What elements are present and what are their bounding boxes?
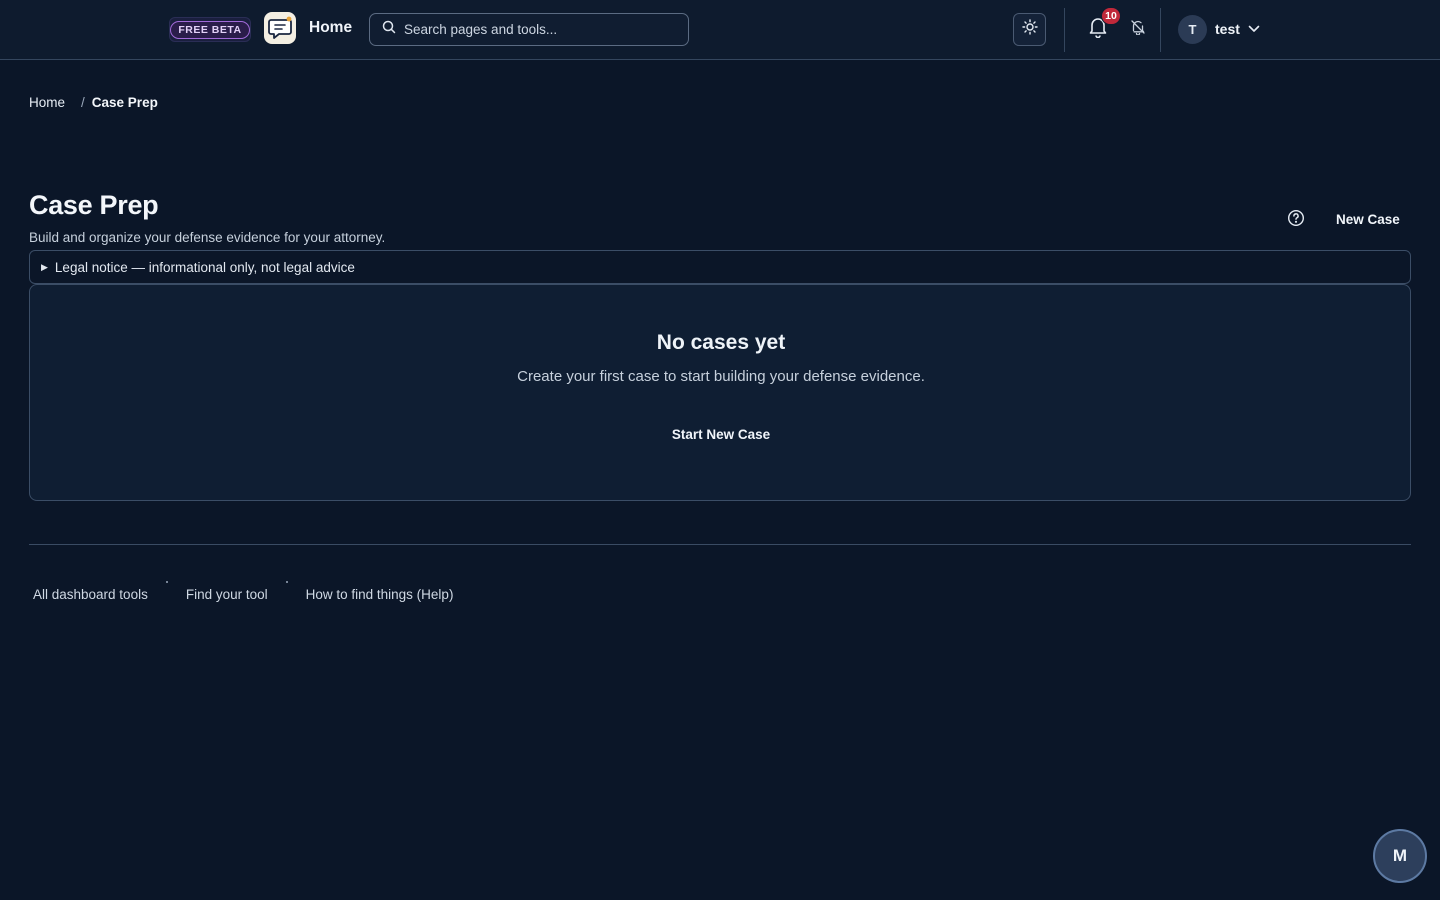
header-divider (1064, 8, 1065, 52)
legal-notice-label: Legal notice — informational only, not l… (54, 259, 355, 275)
sun-icon (1021, 19, 1038, 40)
footer-links: All dashboard tools Find your tool How t… (33, 580, 454, 602)
empty-state-title: No cases yet (656, 331, 786, 354)
user-name: test (1215, 21, 1240, 37)
page-title: Case Prep (29, 190, 159, 220)
empty-state-description: Create your first case to start building… (517, 368, 925, 385)
new-case-button[interactable]: New Case (1322, 205, 1414, 233)
help-link[interactable]: How to find things (Help) (306, 587, 454, 602)
free-beta-label: FREE BETA (170, 20, 250, 39)
link-separator-dot (285, 580, 288, 583)
chat-logo-icon[interactable] (264, 12, 296, 44)
free-beta-badge: FREE BETA (169, 17, 251, 42)
page-subtitle: Build and organize your defense evidence… (29, 230, 386, 245)
notification-count-badge: 10 (1101, 7, 1121, 25)
search-box[interactable] (369, 13, 689, 46)
breadcrumb-current: Case Prep (91, 95, 158, 110)
triangle-right-icon: ▶ (41, 261, 48, 272)
top-bar: FREE BETA Home Search pages and tools...… (0, 0, 1440, 60)
breadcrumb-home[interactable]: Home (29, 95, 65, 110)
link-separator-dot (165, 580, 168, 583)
search-input[interactable] (404, 22, 674, 37)
divider (29, 544, 1411, 545)
home-link[interactable]: Home (309, 19, 352, 37)
help-circle-icon (1287, 209, 1305, 232)
empty-state-card: No cases yet Create your first case to s… (29, 284, 1411, 501)
user-menu[interactable]: T test (1178, 14, 1260, 44)
chevron-down-icon (1248, 25, 1260, 33)
find-your-tool-link[interactable]: Find your tool (186, 587, 268, 602)
bell-off-icon (1130, 19, 1146, 40)
search-icon (382, 20, 396, 39)
help-button[interactable] (1285, 209, 1307, 231)
breadcrumb-separator: / (81, 95, 85, 110)
mute-notifications-button[interactable] (1128, 19, 1148, 39)
theme-toggle-button[interactable] (1013, 13, 1046, 46)
legal-notice-toggle[interactable]: ▶ Legal notice — informational only, not… (29, 250, 1411, 284)
all-dashboard-tools-link[interactable]: All dashboard tools (33, 587, 148, 602)
breadcrumb: Home / Case Prep (29, 95, 158, 110)
start-new-case-button[interactable]: Start New Case (658, 419, 784, 449)
avatar: T (1178, 14, 1207, 44)
header-divider (1160, 8, 1161, 52)
assistant-fab-button[interactable]: M (1373, 829, 1427, 883)
